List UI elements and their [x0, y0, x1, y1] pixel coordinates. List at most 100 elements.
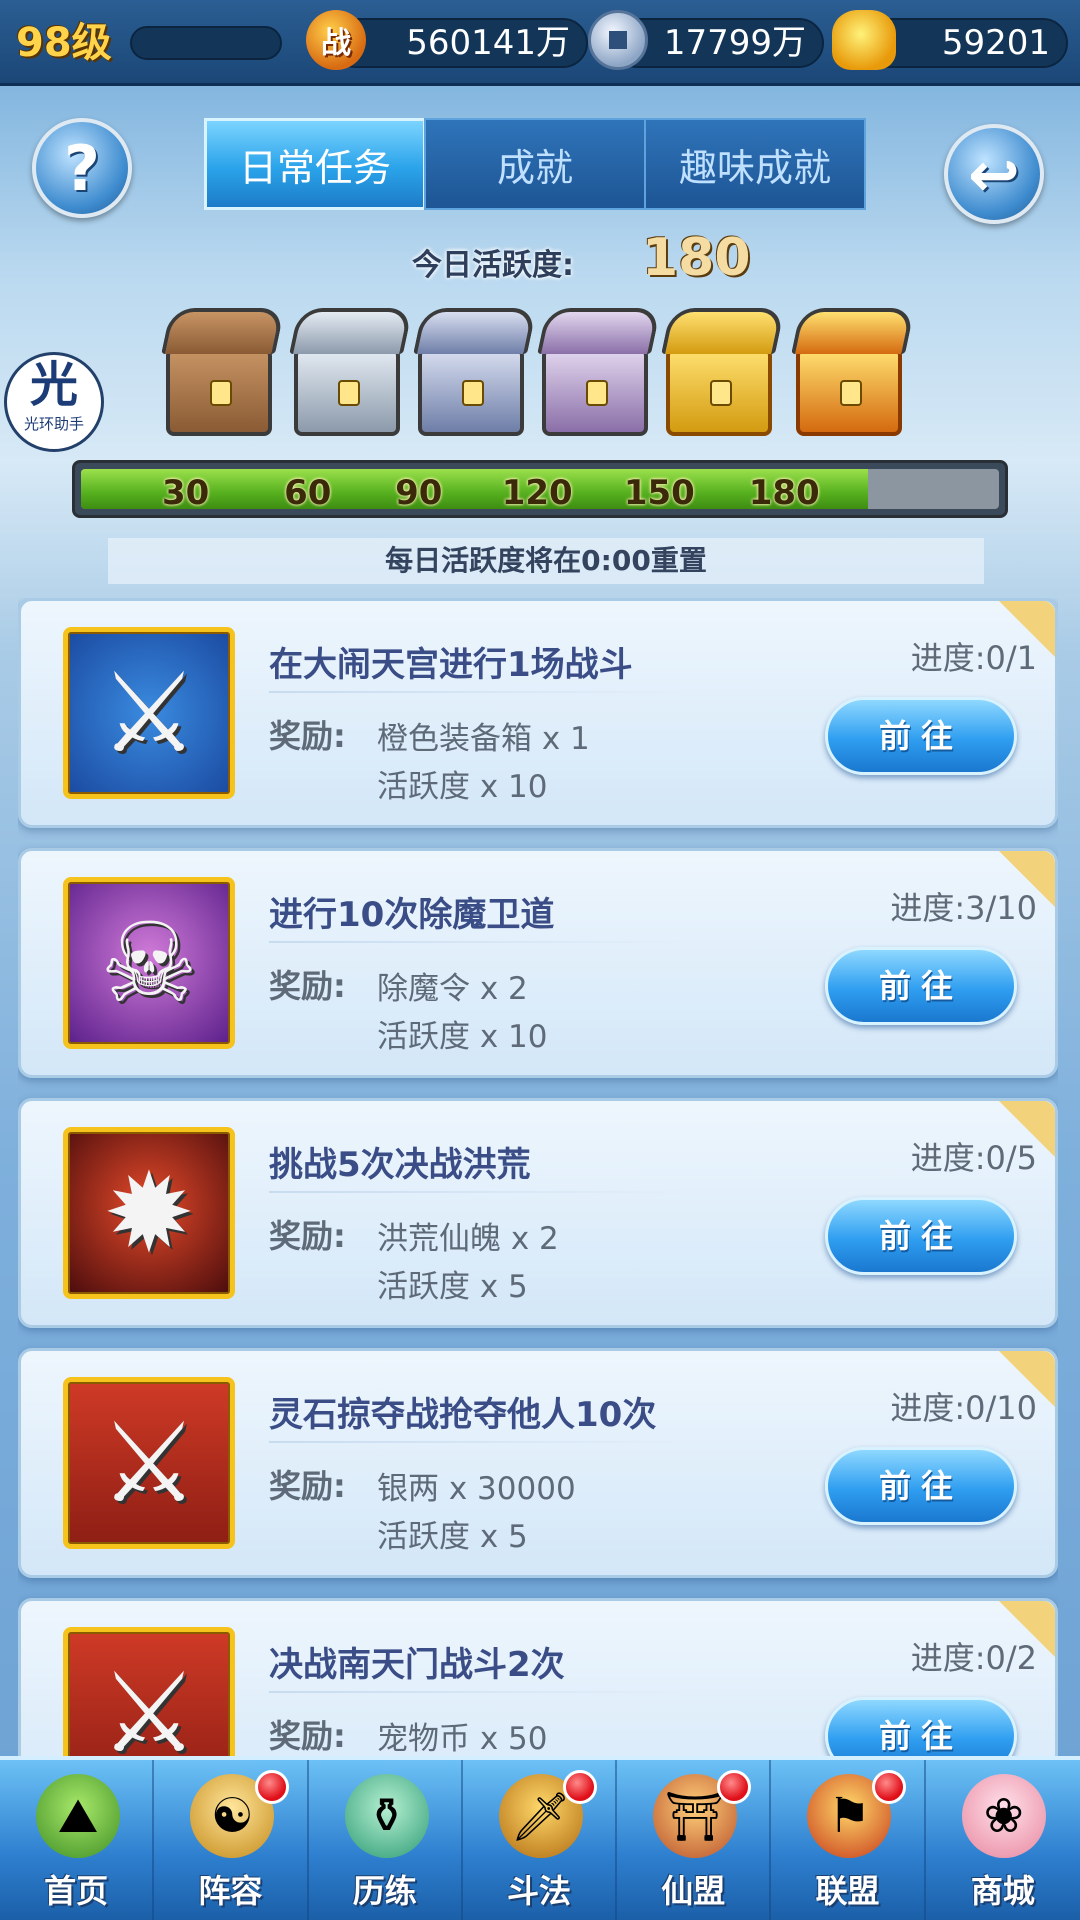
task-progress: 进度:0/2	[910, 1639, 1037, 1677]
gold-value: 59201	[941, 23, 1050, 63]
reward-chests	[160, 318, 920, 446]
nav-training[interactable]: ⚱ 历练	[309, 1760, 463, 1920]
nav-shop[interactable]: ❀ 商城	[926, 1760, 1080, 1920]
activity-value: 180	[642, 228, 751, 288]
tab-fun-achievements[interactable]: 趣味成就	[644, 118, 866, 210]
battle-power-icon: 战	[306, 10, 366, 70]
reward-label: 奖励:	[269, 1217, 346, 1255]
shop-mascot-icon: ❀	[961, 1774, 1046, 1858]
task-card: ⚔ 决战南天门战斗2次 奖励: 宠物币 x 50 进度:0/2 前往	[18, 1598, 1058, 1756]
chest-30-icon[interactable]	[166, 346, 272, 436]
nav-duel[interactable]: 🗡 斗法	[463, 1760, 618, 1920]
nav-alliance[interactable]: ⚑ 联盟	[771, 1760, 926, 1920]
help-button[interactable]: ?	[32, 118, 132, 218]
reward-label: 奖励:	[269, 967, 346, 1005]
reward-item: 活跃度 x 10	[377, 1019, 548, 1055]
nav-label: 首页	[44, 1872, 109, 1910]
tab-achievements[interactable]: 成就	[424, 118, 646, 210]
reward-label: 奖励:	[269, 1467, 346, 1505]
activity-progress-bar: 30 60 90 120 150 180	[72, 460, 1008, 518]
orb-icon: ✹	[63, 1127, 235, 1299]
tab-daily-tasks[interactable]: 日常任务	[204, 118, 426, 210]
task-list: ⚔ 在大闹天宫进行1场战斗 奖励: 橙色装备箱 x 1 活跃度 x 10 进度:…	[18, 598, 1058, 1756]
copper-coin-icon	[588, 10, 648, 70]
reward-item: 橙色装备箱 x 1	[377, 721, 590, 757]
task-card: ✹ 挑战5次决战洪荒 奖励: 洪荒仙魄 x 2 活跃度 x 5 进度:0/5 前…	[18, 1098, 1058, 1328]
chest-120-icon[interactable]	[542, 346, 648, 436]
task-title: 决战南天门战斗2次	[269, 1645, 565, 1685]
reset-notice: 每日活跃度将在0:00重置	[108, 538, 984, 584]
milestone-30: 30	[161, 473, 210, 509]
task-progress: 进度:3/10	[890, 889, 1037, 927]
experience-bar	[130, 26, 282, 60]
notification-dot	[871, 1770, 906, 1804]
go-button[interactable]: 前往	[825, 1697, 1017, 1756]
gold-ingot-icon	[832, 10, 896, 70]
notification-dot	[254, 1770, 289, 1804]
activity-label: 今日活跃度:	[412, 248, 574, 283]
top-status-bar: 98级 560141万 战 17799万 59201	[0, 0, 1080, 86]
nav-label: 斗法	[506, 1872, 571, 1910]
crossed-swords-icon: ⚔	[63, 1377, 235, 1549]
milestone-150: 150	[623, 473, 695, 509]
chest-90-icon[interactable]	[418, 346, 524, 436]
task-progress: 进度:0/1	[910, 639, 1037, 677]
reward-item: 活跃度 x 10	[377, 769, 548, 805]
task-title: 进行10次除魔卫道	[269, 895, 555, 935]
reward-item: 洪荒仙魄 x 2	[377, 1221, 559, 1257]
crossed-swords-icon: ⚔	[63, 1627, 235, 1756]
task-card: ⚔ 灵石掠夺战抢夺他人10次 奖励: 银两 x 30000 活跃度 x 5 进度…	[18, 1348, 1058, 1578]
sword-icon: ⚔	[63, 627, 235, 799]
chest-60-icon[interactable]	[294, 346, 400, 436]
demon-mask-icon: ☠	[63, 877, 235, 1049]
reward-item: 除魔令 x 2	[377, 971, 528, 1007]
gourd-icon: ⚱	[344, 1774, 429, 1858]
nav-lineup[interactable]: ☯ 阵容	[154, 1760, 309, 1920]
watermark-logo: 光	[29, 357, 78, 413]
task-title: 灵石掠夺战抢夺他人10次	[269, 1395, 657, 1435]
divider	[269, 691, 689, 693]
nav-label: 商城	[970, 1872, 1035, 1910]
go-button[interactable]: 前往	[825, 947, 1017, 1025]
back-arrow-icon: ↩	[968, 137, 1020, 211]
task-progress: 进度:0/10	[890, 1389, 1037, 1427]
milestone-180: 180	[748, 473, 820, 509]
milestone-60: 60	[284, 473, 332, 509]
back-button[interactable]: ↩	[944, 124, 1044, 224]
coin-value: 17799万	[663, 23, 806, 63]
question-mark-icon: ?	[64, 131, 100, 205]
watermark-badge: 光 光环助手	[4, 352, 104, 452]
reward-item: 活跃度 x 5	[377, 1519, 528, 1555]
reward-item: 银两 x 30000	[377, 1471, 576, 1507]
task-title: 在大闹天宫进行1场战斗	[269, 645, 633, 685]
go-button[interactable]: 前往	[825, 697, 1017, 775]
task-title: 挑战5次决战洪荒	[269, 1145, 531, 1185]
task-tabs: 日常任务 成就 趣味成就	[204, 118, 866, 210]
nav-label: 历练	[352, 1872, 417, 1910]
island-icon: ⛰	[36, 1774, 120, 1858]
reward-label: 奖励:	[269, 1717, 346, 1755]
reward-label: 奖励:	[269, 717, 346, 755]
milestone-120: 120	[501, 473, 573, 509]
nav-sect[interactable]: ⛩ 仙盟	[617, 1760, 772, 1920]
chest-180-icon[interactable]	[796, 346, 902, 436]
chest-150-icon[interactable]	[666, 346, 772, 436]
task-card: ☠ 进行10次除魔卫道 奖励: 除魔令 x 2 活跃度 x 10 进度:3/10…	[18, 848, 1058, 1078]
milestone-90: 90	[395, 473, 443, 509]
nav-label: 阵容	[198, 1872, 263, 1910]
reward-item: 活跃度 x 5	[377, 1269, 528, 1305]
divider	[269, 1441, 689, 1443]
watermark-text: 光环助手	[23, 415, 84, 433]
divider	[269, 1191, 689, 1193]
task-progress: 进度:0/5	[910, 1139, 1037, 1177]
notification-dot	[717, 1770, 752, 1804]
divider	[269, 1691, 689, 1693]
go-button[interactable]: 前往	[825, 1197, 1017, 1275]
nav-home[interactable]: ⛰ 首页	[0, 1760, 155, 1920]
player-level: 98级	[16, 20, 112, 66]
nav-label: 联盟	[815, 1872, 880, 1910]
combat-power-display: 560141万	[330, 18, 588, 68]
combat-power-value: 560141万	[406, 23, 570, 63]
divider	[269, 941, 689, 943]
go-button[interactable]: 前往	[825, 1447, 1017, 1525]
